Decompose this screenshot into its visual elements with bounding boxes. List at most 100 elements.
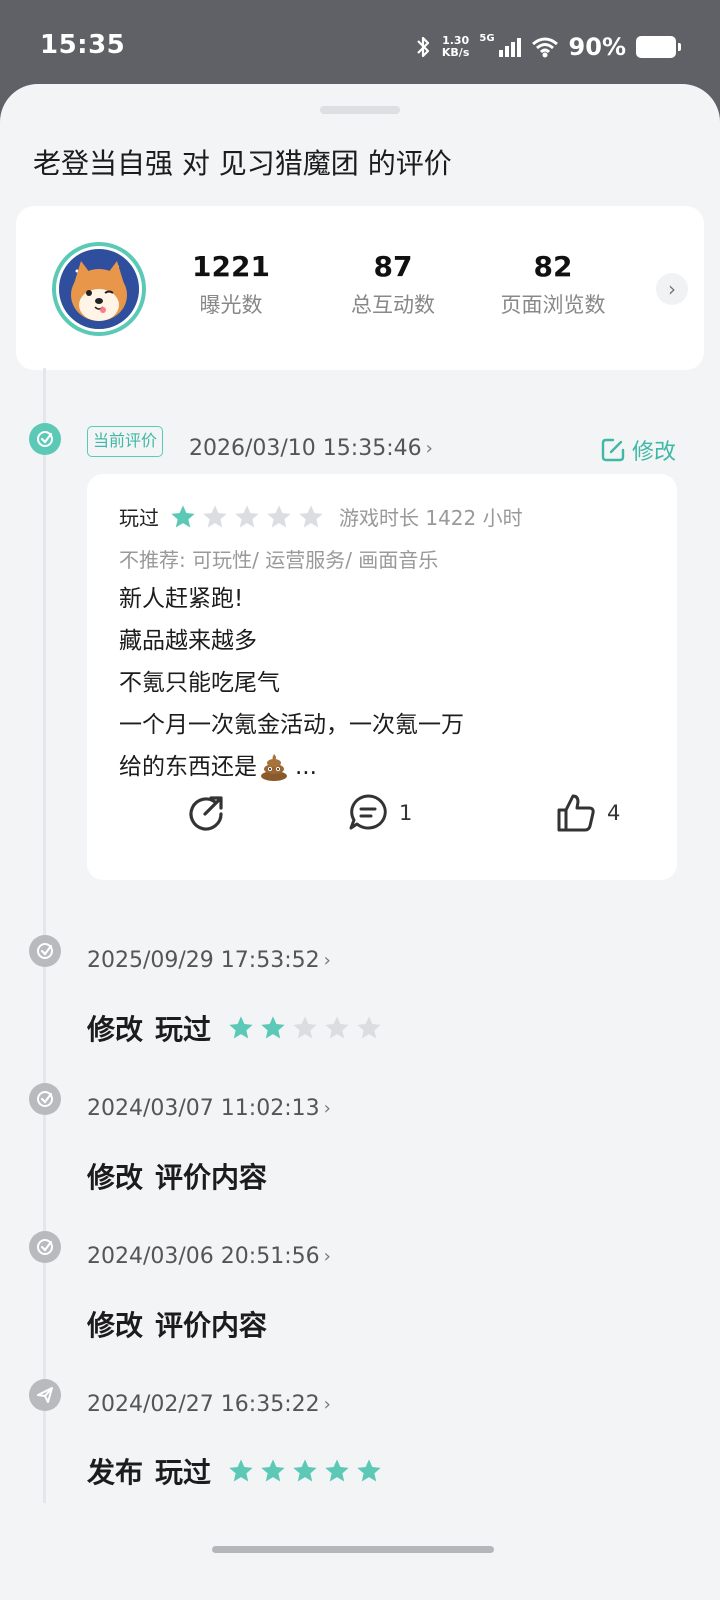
history-title: 发布 玩过 [87,1451,383,1491]
status-icons: 1.30 KB/s 5G 90% [414,30,681,64]
star-filled-icon [261,1459,285,1482]
status-bar: 15:35 1.30 KB/s 5G 90% [0,0,720,84]
check-circle-icon [37,943,53,959]
star-empty-icon [293,1016,317,1039]
history-icon [29,1379,61,1411]
stat-interactions-label: 总互动数 [351,293,435,317]
history-action: 修改 [87,1013,144,1046]
check-circle-icon [37,1091,53,1107]
send-icon [37,1387,53,1403]
stat-exposure-value: 1221 [192,250,270,283]
wifi-icon [531,37,558,58]
stat-pageviews-value: 82 [533,250,573,283]
history-timestamp[interactable]: 2024/03/07 11:02:13 › [87,1096,331,1121]
timestamp-text: 2024/02/27 16:35:22 [87,1392,320,1417]
edit-label: 修改 [631,440,676,465]
poop-emoji-icon [261,754,287,781]
history-timestamp[interactable]: 2024/03/06 20:51:56 › [87,1244,331,1269]
played-label: 玩过 [119,506,159,530]
timestamp-text: 2025/09/29 17:53:52 [87,948,320,973]
stat-pageviews: 82 页面浏览数 [488,250,618,319]
chevron-right-icon: › [425,438,433,459]
comment-count: 1 [399,801,413,825]
star-empty-icon [203,504,227,527]
battery-icon [636,36,681,58]
star-empty-icon [235,504,259,527]
edit-review-button[interactable]: 修改 [600,434,676,466]
history-action: 修改 [87,1161,144,1194]
bluetooth-icon [417,36,429,58]
comment-icon [349,794,387,830]
net-speed-unit: KB/s [441,46,470,59]
star-filled-icon [325,1459,349,1482]
timestamp-text: 2024/03/07 11:02:13 [87,1096,320,1121]
review-header: 玩过 游戏时长 1422 小时 [119,502,523,531]
sheet-title: 老登当自强 对 见习猎魔团 的评价 [33,147,452,180]
rating-stars [227,1014,383,1042]
star-filled-icon [293,1459,317,1482]
review-actions: 1 4 [87,794,677,852]
thumbs-up-icon [557,794,595,832]
history-timestamp[interactable]: 2024/02/27 16:35:22 › [87,1392,331,1417]
timestamp-text: 2026/03/10 15:35:46 [189,436,422,461]
shiba-avatar-icon [59,249,139,329]
stats-chevron-icon[interactable]: › [656,273,688,305]
star-filled-icon [229,1459,253,1482]
like-button[interactable]: 4 [555,792,620,834]
history-action: 修改 [87,1309,144,1342]
timestamp-text: 2024/03/06 20:51:56 [87,1244,320,1269]
rating-stars [169,503,325,531]
review-line: 不氪只能吃尾气 [119,670,280,696]
history-timestamp[interactable]: 2025/09/29 17:53:52 › [87,948,331,973]
chevron-right-icon: › [323,1394,331,1415]
chevron-right-icon: › [323,950,331,971]
current-review-icon [29,423,61,455]
not-recommend-reasons: 不推荐: 可玩性/ 运营服务/ 画面音乐 [119,548,439,572]
edit-icon [601,438,625,462]
sheet-grabber[interactable] [320,106,400,114]
review-body: 新人赶紧跑! 藏品越来越多 不氪只能吃尾气 一个月一次氪金活动，一次氪一万 给的… [119,578,464,788]
battery-percent: 90% [568,33,626,61]
status-time: 15:35 [40,30,126,60]
history-detail: 玩过 [155,1456,212,1489]
star-filled-icon [229,1016,253,1039]
network-type: 5G [479,32,495,44]
share-icon [189,796,223,831]
star-empty-icon [299,504,323,527]
star-empty-icon [267,504,291,527]
star-empty-icon [357,1016,381,1039]
history-icon [29,935,61,967]
play-duration: 游戏时长 1422 小时 [339,506,523,530]
review-ellipsis: ... [295,754,317,780]
review-card[interactable]: 玩过 游戏时长 1422 小时 不推荐: 可玩性/ 运营服务/ 画面音乐 新人赶… [87,474,677,880]
current-review-tag: 当前评价 [87,426,164,457]
review-line-text: 给的东西还是 [119,754,257,780]
history-action: 发布 [87,1456,144,1489]
net-speed: 1.30 KB/s [442,35,469,59]
history-title: 修改 评价内容 [87,1304,267,1344]
avatar[interactable] [52,242,146,336]
stats-card: 1221 曝光数 87 总互动数 82 页面浏览数 › [16,206,704,370]
comment-button[interactable]: 1 [347,792,412,834]
check-circle-icon [37,1239,53,1255]
star-filled-icon [357,1459,381,1482]
history-detail: 玩过 [155,1013,212,1046]
history-icon [29,1231,61,1263]
history-icon [29,1083,61,1115]
signal-icon [498,38,521,57]
edit-check-icon [37,431,53,447]
history-title: 修改 评价内容 [87,1156,267,1196]
history-detail: 评价内容 [155,1309,268,1342]
review-line-last: 给的东西还是 ... [119,746,464,788]
star-filled-icon [171,504,195,527]
current-review-timestamp[interactable]: 2026/03/10 15:35:46 › [189,436,433,461]
history-detail: 评价内容 [155,1161,268,1194]
home-indicator[interactable] [212,1546,494,1553]
chevron-right-icon: › [323,1098,331,1119]
share-button[interactable] [185,792,227,834]
stat-interactions: 87 总互动数 [338,250,448,319]
stat-interactions-value: 87 [373,250,413,283]
review-line: 一个月一次氪金活动，一次氪一万 [119,712,464,738]
star-filled-icon [261,1016,285,1039]
history-title: 修改 玩过 [87,1008,383,1048]
